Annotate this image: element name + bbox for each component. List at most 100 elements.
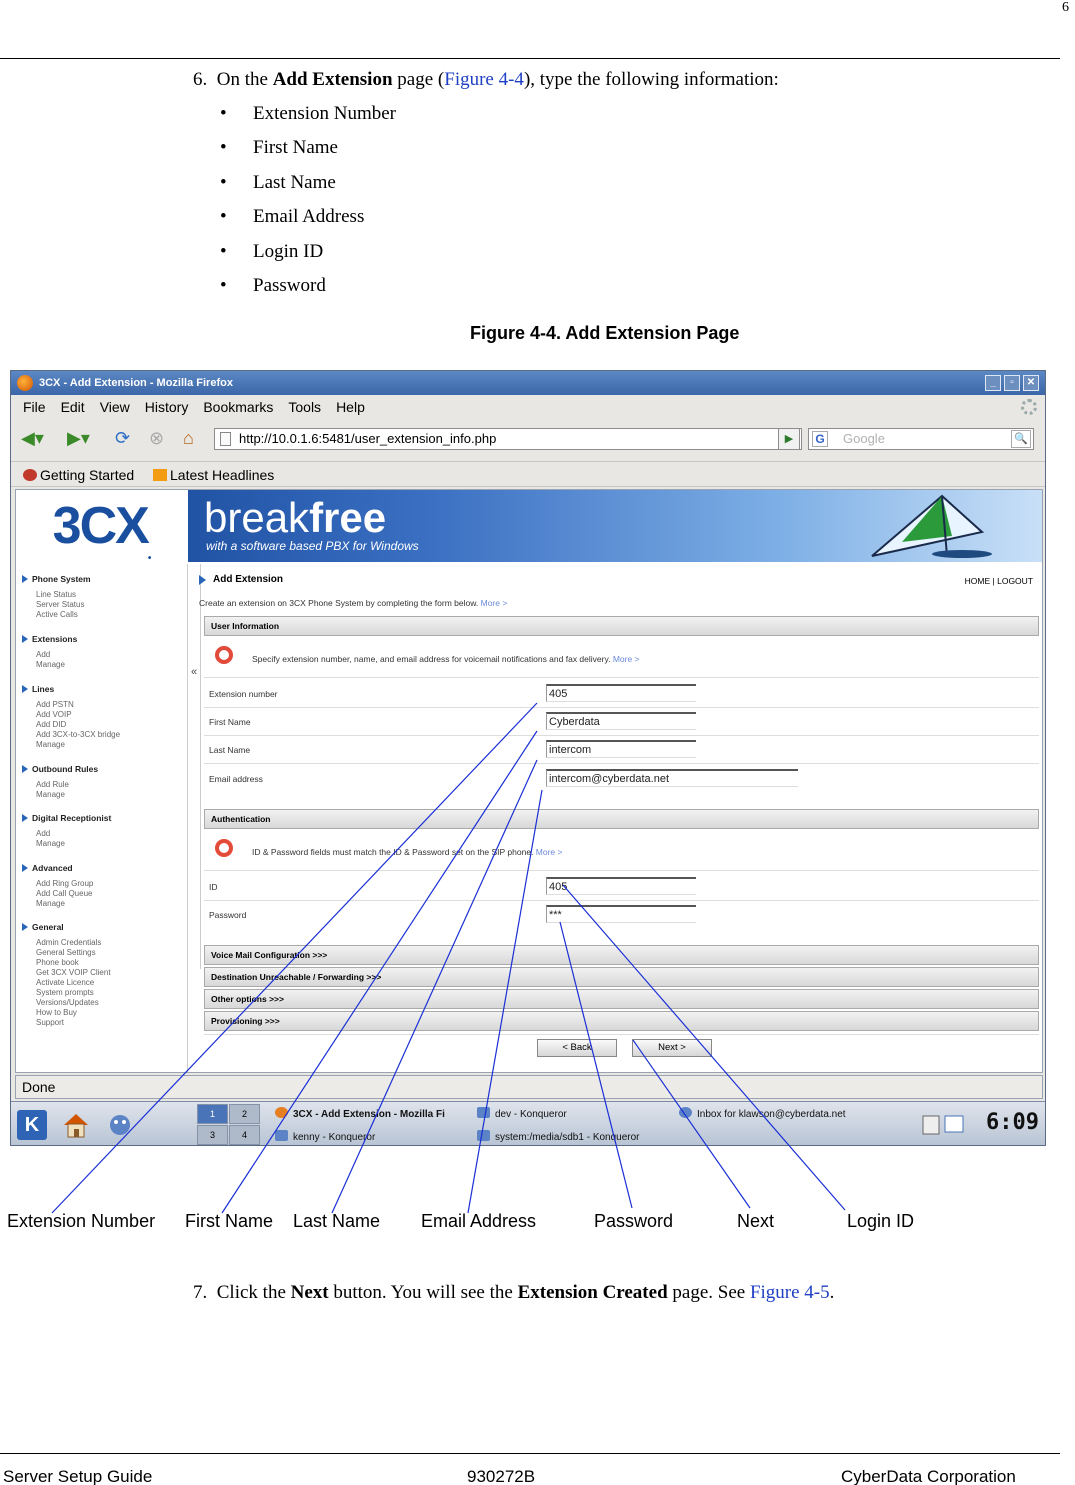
menu-file[interactable]: File bbox=[23, 395, 46, 419]
bookmark-latest-headlines[interactable]: Latest Headlines bbox=[153, 462, 274, 488]
minimize-button[interactable]: _ bbox=[985, 375, 1001, 391]
system-tray-icons[interactable] bbox=[921, 1112, 967, 1138]
google-engine-icon[interactable]: G bbox=[812, 431, 828, 447]
sidebar-item[interactable]: Line Status bbox=[22, 590, 91, 600]
password-label: Password bbox=[209, 910, 247, 920]
sidebar-section-title[interactable]: Outbound Rules bbox=[22, 764, 98, 774]
sidebar-item[interactable]: Add bbox=[22, 829, 111, 839]
sidebar-item[interactable]: Active Calls bbox=[22, 610, 91, 620]
search-box[interactable]: G Google 🔍 bbox=[808, 428, 1034, 450]
extension-number-label: Extension number bbox=[209, 689, 278, 699]
sidebar-item[interactable]: Manage bbox=[22, 899, 93, 909]
sidebar-item[interactable]: Activate Licence bbox=[22, 978, 111, 988]
stop-icon[interactable]: ⊗ bbox=[149, 427, 164, 449]
next-button[interactable]: Next > bbox=[632, 1039, 712, 1057]
konqueror-icon[interactable] bbox=[105, 1110, 135, 1140]
bookmark-getting-started[interactable]: Getting Started bbox=[23, 462, 134, 488]
sidebar-item[interactable]: Manage bbox=[22, 839, 111, 849]
step-7-bold-next: Next bbox=[290, 1282, 329, 1303]
sidebar-section-title[interactable]: Phone System bbox=[22, 574, 91, 584]
step-7-text-post: . bbox=[829, 1282, 835, 1303]
task-inbox[interactable]: Inbox for klawson@cyberdata.net bbox=[679, 1107, 846, 1122]
sidebar-section-title[interactable]: Lines bbox=[22, 684, 120, 694]
sidebar-section-title[interactable]: General bbox=[22, 922, 111, 932]
task-kenny-konqueror[interactable]: kenny - Konqueror bbox=[275, 1130, 375, 1145]
last-name-input[interactable]: intercom bbox=[546, 740, 696, 758]
sidebar-item[interactable]: Manage bbox=[22, 790, 98, 800]
desktop-2[interactable]: 2 bbox=[229, 1104, 260, 1124]
url-bar[interactable]: http://10.0.1.6:5481/user_extension_info… bbox=[214, 428, 802, 450]
callout-first-name: First Name bbox=[185, 1211, 274, 1231]
voice-mail-section-toggle[interactable]: Voice Mail Configuration >>> bbox=[204, 945, 1039, 965]
sidebar-item[interactable]: Manage bbox=[22, 660, 77, 670]
go-button[interactable]: ▶ bbox=[778, 428, 800, 450]
desktop-1[interactable]: 1 bbox=[197, 1104, 228, 1124]
bookmark-label: Getting Started bbox=[40, 467, 135, 483]
sidebar-section-title[interactable]: Digital Receptionist bbox=[22, 813, 111, 823]
forward-arrow-icon[interactable]: ▶▾ bbox=[67, 427, 90, 449]
clock: 6:09 bbox=[986, 1110, 1039, 1135]
sidebar-item[interactable]: Add PSTN bbox=[22, 700, 120, 710]
sidebar-item[interactable]: Phone book bbox=[22, 958, 111, 968]
desktop-4[interactable]: 4 bbox=[229, 1125, 260, 1145]
more-link[interactable]: More > bbox=[481, 598, 508, 608]
destination-unreachable-toggle[interactable]: Destination Unreachable / Forwarding >>> bbox=[204, 967, 1039, 987]
other-options-toggle[interactable]: Other options >>> bbox=[204, 989, 1039, 1009]
step-6-number: 6. bbox=[193, 69, 208, 90]
collapse-icon[interactable]: « bbox=[191, 666, 197, 678]
sidebar-item[interactable]: Add DID bbox=[22, 720, 120, 730]
more-link[interactable]: More > bbox=[536, 847, 563, 857]
extension-number-input[interactable]: 405 bbox=[546, 684, 696, 702]
back-button[interactable]: < Back bbox=[537, 1039, 617, 1057]
login-id-input[interactable]: 405 bbox=[546, 877, 696, 895]
sidebar-item[interactable]: How to Buy bbox=[22, 1008, 111, 1018]
sidebar-section-title[interactable]: Advanced bbox=[22, 863, 93, 873]
menu-edit[interactable]: Edit bbox=[61, 395, 85, 419]
sidebar-item[interactable]: Add 3CX-to-3CX bridge bbox=[22, 730, 120, 740]
sidebar-item[interactable]: Add Ring Group bbox=[22, 879, 93, 889]
home-folder-icon[interactable] bbox=[61, 1110, 91, 1140]
home-logout-links[interactable]: HOME | LOGOUT bbox=[965, 576, 1033, 586]
reload-icon[interactable]: ⟳ bbox=[115, 427, 130, 449]
sidebar-item[interactable]: Get 3CX VOIP Client bbox=[22, 968, 111, 978]
first-name-input[interactable]: Cyberdata bbox=[546, 712, 696, 730]
sidebar-item[interactable]: Server Status bbox=[22, 600, 91, 610]
figure-4-5-link[interactable]: Figure 4-5 bbox=[750, 1282, 830, 1303]
step-6-text-pre: On the bbox=[216, 69, 273, 90]
window-title: 3CX - Add Extension - Mozilla Firefox bbox=[39, 377, 233, 389]
maximize-button[interactable]: ▫ bbox=[1004, 375, 1020, 391]
sidebar-item[interactable]: Versions/Updates bbox=[22, 998, 111, 1008]
back-arrow-icon[interactable]: ◀▾ bbox=[21, 427, 44, 449]
password-input[interactable]: *** bbox=[546, 905, 696, 923]
sidebar-item[interactable]: Add Rule bbox=[22, 780, 98, 790]
sidebar-item[interactable]: General Settings bbox=[22, 948, 111, 958]
sidebar-item[interactable]: System prompts bbox=[22, 988, 111, 998]
menu-tools[interactable]: Tools bbox=[288, 395, 321, 419]
desktop-3[interactable]: 3 bbox=[197, 1125, 228, 1145]
task-firefox[interactable]: 3CX - Add Extension - Mozilla Fi bbox=[275, 1107, 445, 1122]
task-dev-konqueror[interactable]: dev - Konqueror bbox=[477, 1107, 567, 1122]
sidebar-item[interactable]: Add Call Queue bbox=[22, 889, 93, 899]
provisioning-toggle[interactable]: Provisioning >>> bbox=[204, 1011, 1039, 1031]
sidebar-section-title[interactable]: Extensions bbox=[22, 634, 77, 644]
step-7-number: 7. bbox=[193, 1282, 208, 1303]
close-button[interactable]: ✕ bbox=[1023, 375, 1039, 391]
sidebar-item[interactable]: Manage bbox=[22, 740, 120, 750]
more-link[interactable]: More > bbox=[613, 654, 640, 664]
search-icon[interactable]: 🔍 bbox=[1011, 430, 1031, 448]
sidebar-item[interactable]: Admin Credentials bbox=[22, 938, 111, 948]
k-menu-button[interactable]: K bbox=[17, 1110, 47, 1140]
menu-view[interactable]: View bbox=[100, 395, 130, 419]
home-icon[interactable]: ⌂ bbox=[183, 427, 194, 449]
menu-help[interactable]: Help bbox=[336, 395, 365, 419]
task-system-konqueror[interactable]: system:/media/sdb1 - Konqueror bbox=[477, 1130, 640, 1145]
page-title: Add Extension bbox=[199, 574, 283, 585]
sidebar-item[interactable]: Support bbox=[22, 1018, 111, 1028]
sidebar-item[interactable]: Add bbox=[22, 650, 77, 660]
firefox-bookmark-icon bbox=[23, 469, 37, 481]
sidebar-item[interactable]: Add VOIP bbox=[22, 710, 120, 720]
email-address-input[interactable]: intercom@cyberdata.net bbox=[546, 769, 798, 787]
menu-bookmarks[interactable]: Bookmarks bbox=[203, 395, 273, 419]
menu-history[interactable]: History bbox=[145, 395, 189, 419]
figure-4-4-link[interactable]: Figure 4-4 bbox=[444, 69, 524, 90]
